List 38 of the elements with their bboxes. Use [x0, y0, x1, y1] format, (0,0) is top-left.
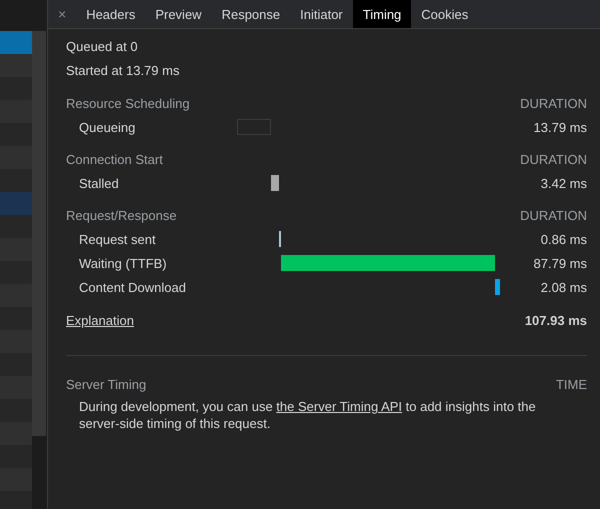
- total-duration: 107.93 ms: [524, 312, 587, 330]
- column-header: DURATION: [520, 95, 587, 113]
- duration-value: 0.86 ms: [540, 232, 587, 246]
- tab[interactable]: Initiator: [290, 0, 353, 28]
- request-row[interactable]: [0, 215, 32, 238]
- request-row[interactable]: [0, 169, 32, 192]
- tab[interactable]: Timing: [352, 0, 412, 28]
- server-timing-description: During development, you can use the Server Timing API to add insights into the server-side timing of this request.: [78, 398, 537, 432]
- phase-label: Content Download: [79, 280, 187, 294]
- phase-label: Waiting (TTFB): [79, 256, 168, 270]
- section-title: Connection Start: [66, 151, 163, 169]
- tab[interactable]: Headers: [76, 0, 146, 28]
- request-row[interactable]: [0, 422, 32, 445]
- request-row[interactable]: [0, 192, 32, 215]
- phase-label: Stalled: [79, 176, 120, 190]
- column-header: TIME: [556, 376, 587, 394]
- started-at-text: Started at 13.79 ms: [66, 62, 180, 80]
- phase-label: Request sent: [79, 232, 157, 246]
- tab[interactable]: Response: [212, 0, 290, 28]
- server-timing-api-link[interactable]: the Server Timing API: [276, 399, 402, 414]
- queued-at-text: Queued at 0: [66, 38, 139, 56]
- duration-value: 13.79 ms: [532, 120, 587, 134]
- section-title: Request/Response: [66, 207, 177, 225]
- tab[interactable]: Preview: [145, 0, 212, 28]
- scrollbar[interactable]: [32, 31, 46, 436]
- tab[interactable]: Cookies: [411, 0, 478, 28]
- close-button[interactable]: ×: [48, 0, 76, 28]
- column-header: DURATION: [520, 207, 587, 225]
- column-header: DURATION: [520, 151, 587, 169]
- request-row[interactable]: [0, 31, 32, 54]
- explanation-link[interactable]: Explanation: [66, 309, 134, 333]
- duration-value: 87.79 ms: [532, 256, 587, 270]
- section-title: Server Timing: [66, 376, 146, 394]
- section-title: Resource Scheduling: [66, 95, 190, 113]
- request-row[interactable]: [0, 54, 32, 77]
- phase-label: Queueing: [79, 120, 136, 134]
- duration-value: 3.42 ms: [540, 176, 587, 190]
- duration-value: 2.08 ms: [540, 280, 587, 294]
